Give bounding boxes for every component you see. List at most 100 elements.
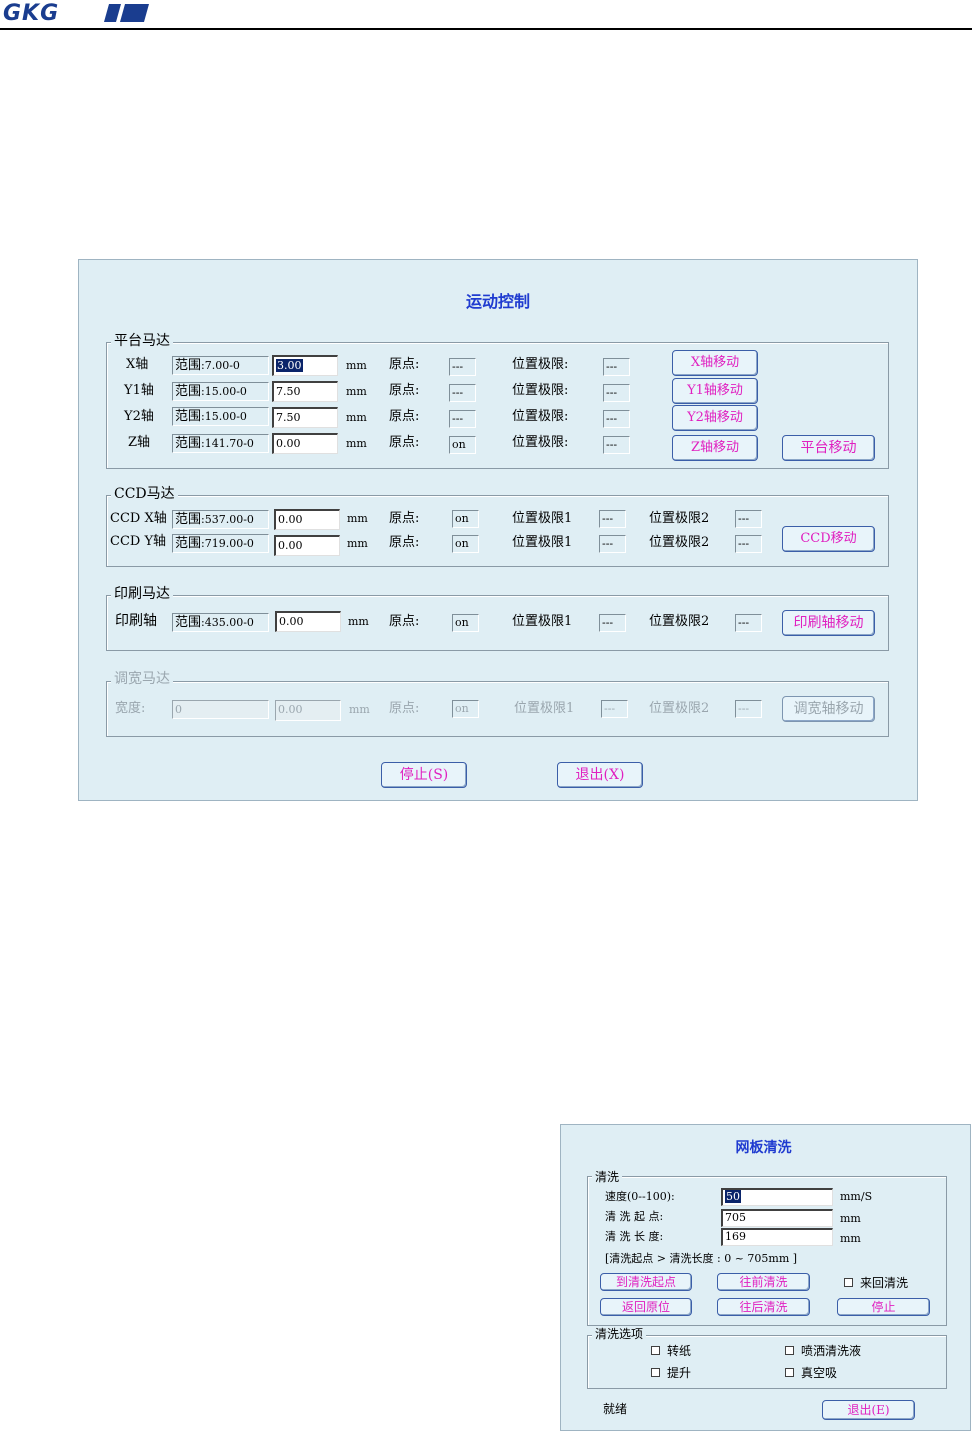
limit1-indicator: ---	[599, 614, 626, 632]
x-axis-input[interactable]: 3.00	[272, 355, 338, 376]
return-home-button[interactable]: 返回原位	[600, 1298, 692, 1316]
logo-bars-icon	[104, 4, 149, 22]
lift-label: 提升	[667, 1366, 692, 1380]
limit-label: 位置极限:	[512, 409, 569, 424]
range-value: :435.00-0	[201, 616, 254, 629]
width-input[interactable]: 0.00	[275, 700, 341, 721]
width-range-field: 0	[172, 700, 269, 719]
origin-indicator: ---	[449, 384, 476, 402]
range-display: 范围:7.00-0	[172, 356, 269, 375]
limit1-label: 位置极限1	[512, 614, 573, 629]
origin-label: 原点:	[389, 409, 420, 424]
z-axis-move-button[interactable]: Z轴移动	[672, 435, 758, 461]
axis-label: Y2轴	[124, 409, 154, 424]
print-axis-move-button[interactable]: 印刷轴移动	[782, 610, 875, 636]
limit2-indicator: ---	[735, 510, 762, 528]
limit-indicator: ---	[603, 436, 630, 454]
limit2-label: 位置极限2	[649, 614, 710, 629]
backward-clean-button[interactable]: 往后清洗	[717, 1298, 810, 1316]
length-input[interactable]: 169	[721, 1228, 833, 1246]
range-prefix: 范围	[175, 384, 202, 399]
range-value: :719.00-0	[201, 537, 254, 550]
speed-input[interactable]: 50	[721, 1188, 833, 1206]
length-unit: mm	[840, 1232, 861, 1245]
unit-label: mm	[346, 437, 367, 450]
width-motor-legend: 调宽马达	[111, 671, 173, 687]
speed-label: 速度(0--100):	[605, 1190, 675, 1203]
axis-label: CCD Y轴	[110, 534, 167, 549]
forward-clean-button[interactable]: 往前清洗	[717, 1273, 810, 1291]
dialog-title: 网板清洗	[735, 1140, 792, 1156]
range-display: 范围:537.00-0	[172, 510, 269, 529]
roundtrip-checkbox[interactable]	[844, 1278, 853, 1287]
header-rule	[0, 28, 972, 30]
range-prefix: 范围	[175, 512, 202, 527]
limit-label: 位置极限:	[512, 383, 569, 398]
range-display: 范围:435.00-0	[172, 613, 269, 632]
range-value: :537.00-0	[201, 513, 254, 526]
limit1-label: 位置极限1	[514, 701, 575, 716]
ccd-y-input[interactable]: 0.00	[274, 535, 340, 556]
y2-axis-input[interactable]: 7.50	[272, 407, 338, 428]
x-axis-move-button[interactable]: X轴移动	[672, 350, 758, 376]
spray-label: 喷洒清洗液	[801, 1344, 862, 1358]
range-value: :15.00-0	[201, 410, 247, 423]
spray-checkbox[interactable]	[785, 1346, 794, 1355]
origin-indicator: on	[452, 614, 479, 632]
start-input[interactable]: 705	[721, 1209, 833, 1227]
clean-stop-button[interactable]: 停止	[837, 1298, 930, 1316]
origin-label: 原点:	[389, 701, 420, 716]
limit2-label: 位置极限2	[649, 511, 710, 526]
paper-checkbox[interactable]	[651, 1346, 660, 1355]
print-axis-input[interactable]: 0.00	[275, 611, 341, 632]
lift-checkbox[interactable]	[651, 1368, 660, 1377]
cleaning-options-group	[587, 1335, 947, 1389]
platform-move-button[interactable]: 平台移动	[782, 435, 875, 461]
ccd-x-input[interactable]: 0.00	[274, 509, 340, 530]
limit1-label: 位置极限1	[512, 511, 573, 526]
limit1-indicator: ---	[599, 510, 626, 528]
origin-indicator: on	[452, 535, 479, 553]
range-value: :7.00-0	[201, 359, 240, 372]
limit1-label: 位置极限1	[512, 535, 573, 550]
clean-exit-button[interactable]: 退出(E)	[822, 1400, 915, 1420]
limit1-indicator: ---	[601, 700, 628, 718]
z-axis-input[interactable]: 0.00	[272, 433, 338, 454]
origin-label: 原点:	[389, 435, 420, 450]
length-label: 清 洗 长 度:	[605, 1230, 664, 1243]
origin-label: 原点:	[389, 614, 420, 629]
exit-button[interactable]: 退出(X)	[557, 762, 643, 788]
goto-start-button[interactable]: 到清洗起点	[600, 1273, 692, 1291]
y1-axis-input[interactable]: 7.50	[272, 381, 338, 402]
dialog-title: 运动控制	[465, 292, 530, 311]
limit2-indicator: ---	[735, 535, 762, 553]
stop-button[interactable]: 停止(S)	[381, 762, 467, 788]
limit-indicator: ---	[603, 410, 630, 428]
range-value: :15.00-0	[201, 385, 247, 398]
x-axis-value: 3.00	[276, 359, 303, 372]
origin-indicator: on	[452, 510, 479, 528]
width-axis-move-button[interactable]: 调宽轴移动	[782, 696, 875, 722]
axis-label: Z轴	[128, 435, 151, 450]
ccd-move-button[interactable]: CCD移动	[782, 526, 875, 552]
limit-label: 位置极限:	[512, 435, 569, 450]
status-text: 就绪	[603, 1402, 628, 1416]
start-label: 清 洗 起 点:	[605, 1210, 664, 1223]
y2-axis-move-button[interactable]: Y2轴移动	[672, 405, 758, 431]
limit2-indicator: ---	[735, 700, 762, 718]
limit2-indicator: ---	[735, 614, 762, 632]
ccd-motor-legend: CCD马达	[111, 486, 178, 502]
cleaning-legend: 清洗	[592, 1169, 623, 1185]
y1-axis-move-button[interactable]: Y1轴移动	[672, 378, 758, 404]
print-motor-legend: 印刷马达	[111, 586, 173, 602]
range-prefix: 范围	[175, 436, 202, 451]
limit2-label: 位置极限2	[649, 701, 710, 716]
limit1-indicator: ---	[599, 535, 626, 553]
limit-indicator: ---	[603, 384, 630, 402]
start-unit: mm	[840, 1212, 861, 1225]
range-value: :141.70-0	[201, 437, 254, 450]
speed-unit: mm/S	[840, 1190, 873, 1203]
speed-value: 50	[725, 1190, 741, 1203]
range-prefix: 范围	[175, 358, 202, 373]
vacuum-checkbox[interactable]	[785, 1368, 794, 1377]
